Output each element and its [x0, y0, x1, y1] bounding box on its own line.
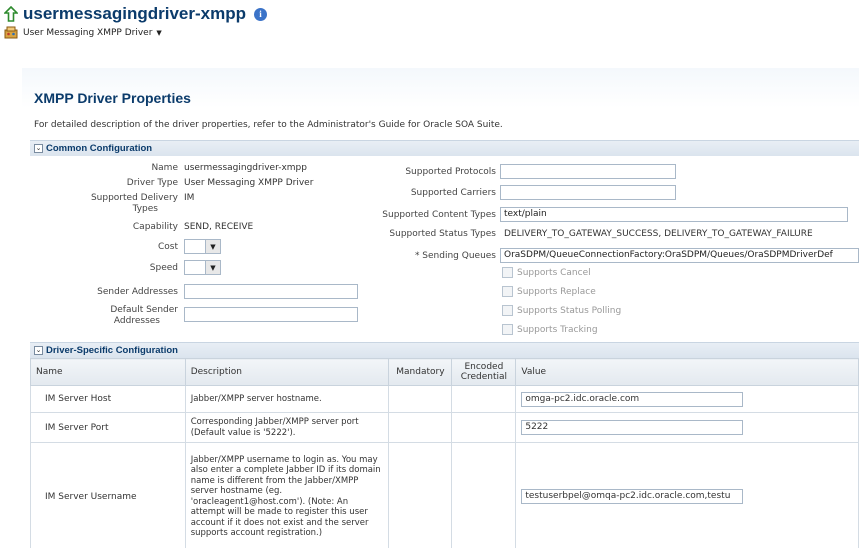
supports-cancel-checkbox[interactable]: Supports Cancel	[502, 267, 591, 278]
row-encoded-credential	[451, 442, 517, 548]
section-description: For detailed description of the driver p…	[34, 120, 503, 130]
supports-status-polling-checkbox[interactable]: Supports Status Polling	[502, 305, 621, 316]
im-server-port-input[interactable]: 5222	[521, 420, 744, 435]
speed-label: Speed	[149, 263, 178, 273]
checkbox-label: Supports Replace	[517, 286, 596, 297]
default-sender-input[interactable]	[184, 307, 358, 322]
row-description: Jabber/XMPP server hostname.	[184, 385, 390, 413]
up-arrow-icon[interactable]	[4, 6, 18, 22]
checkbox-box[interactable]	[502, 286, 513, 297]
cost-label: Cost	[157, 242, 178, 252]
chevron-down-icon: ▼	[156, 28, 162, 37]
column-header-name[interactable]: Name	[30, 358, 186, 386]
column-header-value[interactable]: Value	[515, 358, 859, 386]
speed-select-box[interactable]	[184, 260, 206, 275]
chevron-down-icon[interactable]: ▼	[206, 260, 221, 275]
cost-select[interactable]: ▼	[184, 239, 221, 254]
checkbox-label: Supports Cancel	[517, 267, 591, 278]
column-header-description[interactable]: Description	[184, 358, 390, 386]
checkbox-box[interactable]	[502, 324, 513, 335]
column-header-encoded: Encoded	[464, 362, 504, 372]
name-label: Name	[151, 163, 178, 173]
driver-menu-label: User Messaging XMPP Driver	[23, 27, 153, 38]
supported-content-types-label: Supported Content Types	[382, 210, 496, 220]
common-config-header[interactable]: ⌄ Common Configuration	[30, 140, 859, 156]
checkbox-box[interactable]	[502, 305, 513, 316]
row-name: IM Server Host	[30, 385, 186, 413]
cost-select-box[interactable]	[184, 239, 206, 254]
row-mandatory	[388, 442, 453, 548]
page-header: usermessagingdriver-xmpp i User Messagin…	[0, 0, 859, 68]
table-header-row: Name Description Mandatory Encoded Crede…	[30, 358, 859, 386]
row-description: Corresponding Jabber/XMPP server port (D…	[184, 412, 390, 443]
sender-addresses-input[interactable]	[184, 284, 358, 299]
content-panel: XMPP Driver Properties For detailed desc…	[22, 68, 859, 548]
supported-protocols-input[interactable]	[500, 164, 676, 179]
driver-specific-config-title: Driver-Specific Configuration	[46, 345, 178, 356]
column-header-credential: Credential	[460, 372, 508, 382]
supported-protocols-label: Supported Protocols	[405, 167, 496, 177]
driver-specific-config-header[interactable]: ⌄ Driver-Specific Configuration	[30, 342, 859, 358]
sending-queues-input[interactable]: OraSDPM/QueueConnectionFactory:OraSDPM/Q…	[500, 248, 859, 263]
column-header-mandatory[interactable]: Mandatory	[388, 358, 453, 386]
im-server-username-input[interactable]: testuserbpel@omqa-pc2.idc.oracle.com,tes…	[521, 489, 744, 504]
supported-content-types-input[interactable]: text/plain	[500, 207, 848, 222]
collapse-icon[interactable]: ⌄	[34, 144, 43, 153]
supports-tracking-checkbox[interactable]: Supports Tracking	[502, 324, 598, 335]
supports-replace-checkbox[interactable]: Supports Replace	[502, 286, 596, 297]
supported-carriers-label: Supported Carriers	[410, 188, 496, 198]
table-row: IM Server Host Jabber/XMPP server hostna…	[30, 385, 859, 413]
page-title: usermessagingdriver-xmpp	[23, 4, 246, 23]
name-value: usermessagingdriver-xmpp	[184, 163, 307, 173]
supported-delivery-types-value: IM	[184, 193, 195, 203]
row-value-cell: omga-pc2.idc.oracle.com	[515, 385, 859, 413]
default-sender-label: Default Sender	[110, 305, 178, 315]
chevron-down-icon[interactable]: ▼	[206, 239, 221, 254]
table-row: IM Server Port Corresponding Jabber/XMPP…	[30, 412, 859, 443]
supported-delivery-types-label-2: Types	[132, 204, 158, 214]
default-sender-label-2: Addresses	[113, 316, 160, 326]
checkbox-label: Supports Tracking	[517, 324, 598, 335]
content-inner: XMPP Driver Properties For detailed desc…	[22, 68, 859, 548]
supported-status-types-value: DELIVERY_TO_GATEWAY_SUCCESS, DELIVERY_TO…	[504, 229, 813, 239]
driver-menu[interactable]: User Messaging XMPP Driver ▼	[23, 28, 162, 38]
sender-addresses-label: Sender Addresses	[97, 287, 178, 297]
row-encoded-credential	[451, 412, 517, 443]
title-row: usermessagingdriver-xmpp i	[4, 4, 267, 24]
table-row: IM Server Username Jabber/XMPP username …	[30, 442, 859, 548]
capability-value: SEND, RECEIVE	[184, 222, 254, 232]
supported-carriers-input[interactable]	[500, 185, 676, 200]
row-name: IM Server Username	[30, 442, 186, 548]
driver-type-value: User Messaging XMPP Driver	[184, 178, 314, 188]
driver-icon	[4, 26, 18, 39]
info-icon[interactable]: i	[253, 7, 267, 21]
supported-delivery-types-label: Supported Delivery	[90, 193, 178, 203]
checkbox-box[interactable]	[502, 267, 513, 278]
row-value-cell: 5222	[515, 412, 859, 443]
driver-menu-row: User Messaging XMPP Driver ▼	[4, 26, 162, 39]
checkbox-label: Supports Status Polling	[517, 305, 622, 316]
row-encoded-credential	[451, 385, 517, 413]
section-title: XMPP Driver Properties	[34, 90, 191, 106]
column-header-encoded-credential[interactable]: Encoded Credential	[451, 358, 517, 386]
row-description: Jabber/XMPP username to login as. You ma…	[184, 442, 390, 548]
row-mandatory	[388, 412, 453, 443]
row-mandatory	[388, 385, 453, 413]
supported-status-types-label: Supported Status Types	[389, 229, 496, 239]
row-name: IM Server Port	[30, 412, 186, 443]
driver-type-label: Driver Type	[126, 178, 178, 188]
collapse-icon[interactable]: ⌄	[34, 346, 43, 355]
driver-properties-table: Name Description Mandatory Encoded Crede…	[30, 358, 859, 548]
common-config-title: Common Configuration	[46, 143, 153, 154]
sending-queues-label: * Sending Queues	[414, 251, 496, 261]
speed-select[interactable]: ▼	[184, 260, 221, 275]
row-value-cell: testuserbpel@omqa-pc2.idc.oracle.com,tes…	[515, 442, 859, 548]
im-server-host-input[interactable]: omga-pc2.idc.oracle.com	[521, 391, 744, 407]
capability-label: Capability	[132, 222, 178, 232]
